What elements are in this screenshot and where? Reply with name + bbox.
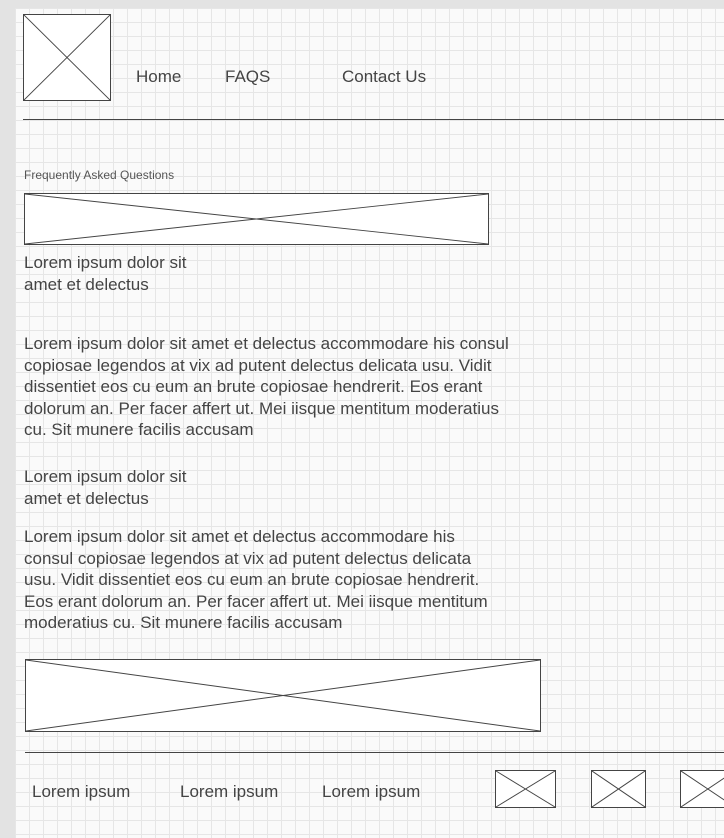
social-placeholder-icon-3[interactable] xyxy=(680,770,724,808)
header-divider xyxy=(23,119,724,120)
banner-placeholder-icon xyxy=(24,193,489,245)
social-placeholder-icon-2[interactable] xyxy=(591,770,646,808)
social-placeholder-icon-1[interactable] xyxy=(495,770,556,808)
nav-home-link[interactable]: Home xyxy=(136,67,181,87)
nav-contact-us-link[interactable]: Contact Us xyxy=(342,67,426,87)
faq-question-2: Lorem ipsum dolor sit amet et delectus xyxy=(24,467,187,508)
faq-question-1: Lorem ipsum dolor sit amet et delectus xyxy=(24,253,187,294)
logo-placeholder-icon[interactable] xyxy=(23,14,111,101)
faq-answer-2: Lorem ipsum dolor sit amet et delectus a… xyxy=(24,527,488,632)
footer-link-2[interactable]: Lorem ipsum xyxy=(180,782,278,802)
section-title: Frequently Asked Questions xyxy=(24,168,175,182)
footer-link-3[interactable]: Lorem ipsum xyxy=(322,782,420,802)
footer-divider xyxy=(25,752,724,753)
bottom-banner-placeholder-icon xyxy=(25,659,541,732)
faq-answer-1: Lorem ipsum dolor sit amet et delectus a… xyxy=(24,334,509,439)
nav-faqs-link[interactable]: FAQS xyxy=(225,67,270,87)
footer-link-1[interactable]: Lorem ipsum xyxy=(32,782,130,802)
